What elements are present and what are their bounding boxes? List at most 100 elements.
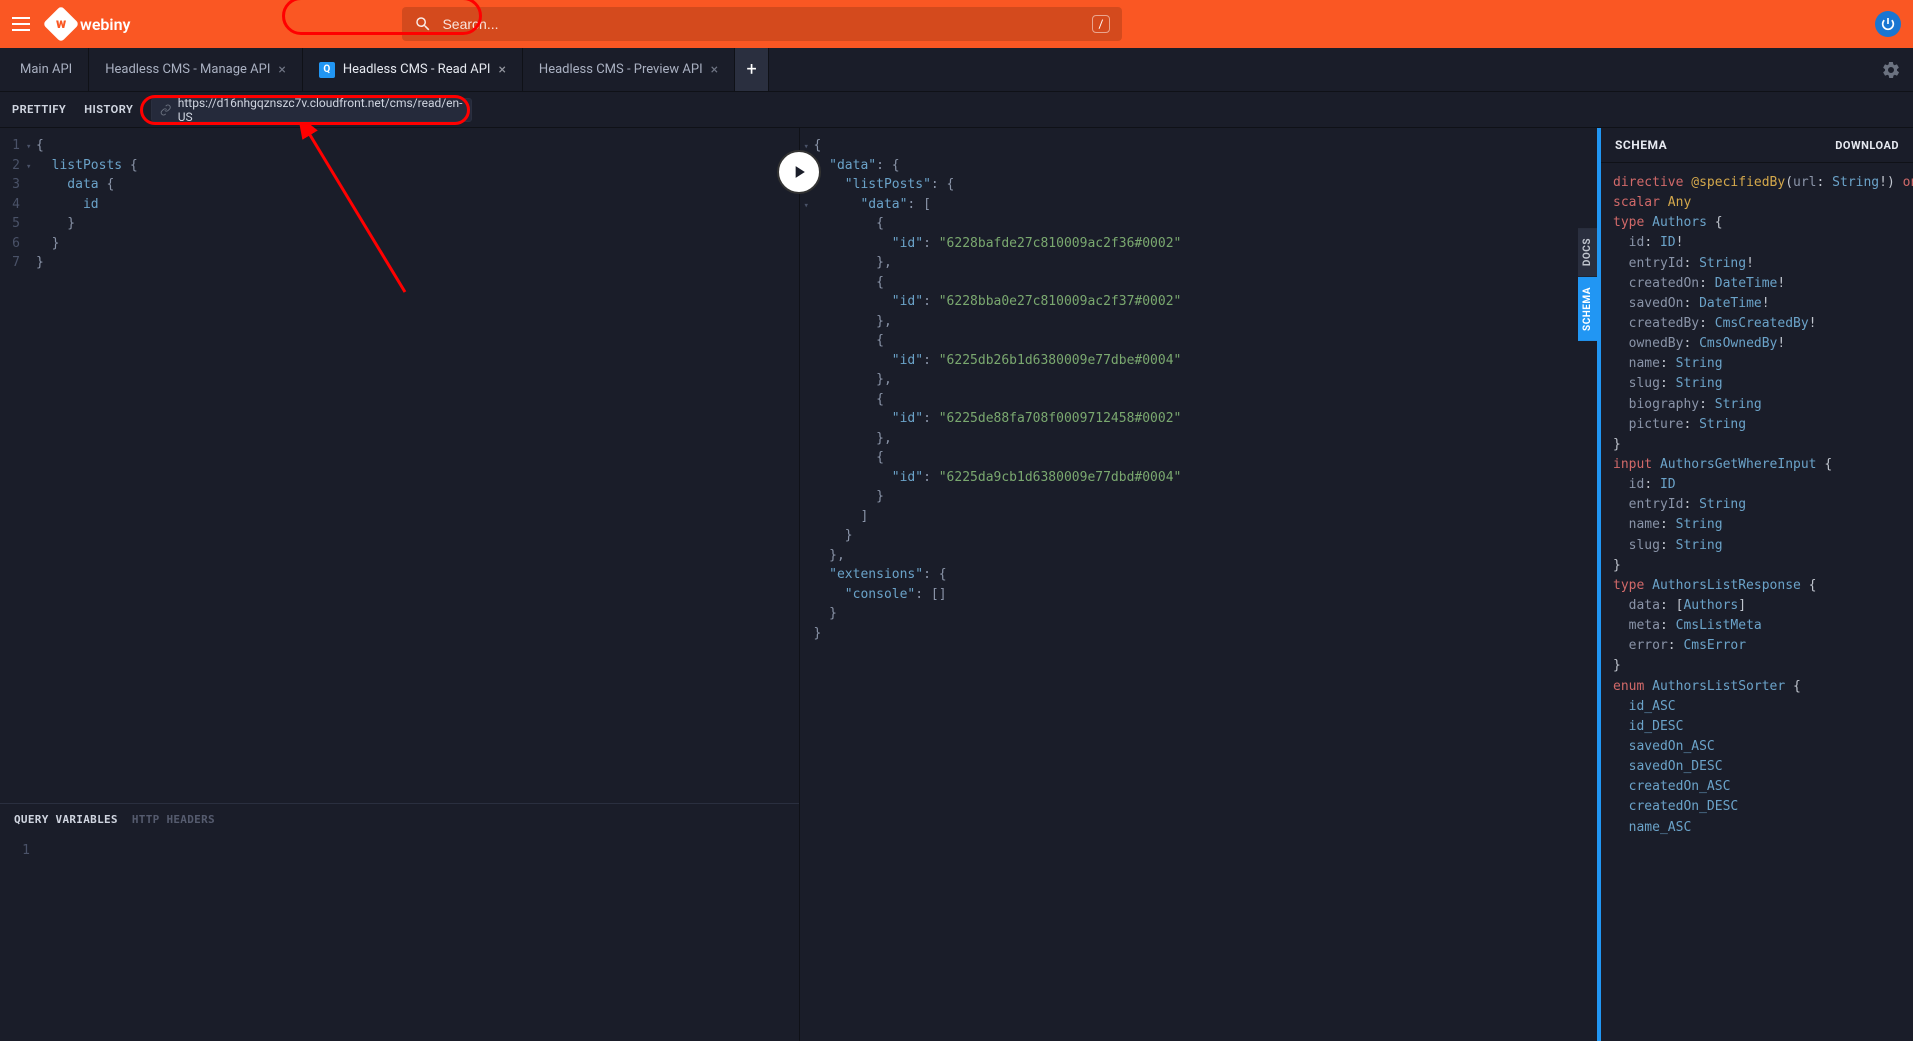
schema-line: name_ASC [1613,818,1901,838]
query-line: 3 data { [0,175,799,195]
result-line: }, [800,312,1598,332]
result-line: "id": "6228bafde27c810009ac2f36#0002" [800,234,1598,254]
query-line: 6 } [0,234,799,254]
schema-line: error: CmsError [1613,636,1901,656]
schema-line: picture: String [1613,415,1901,435]
result-line: { [800,331,1598,351]
api-tabs: Main API Headless CMS - Manage API × Q Headl… [0,48,1913,92]
schema-line: entryId: String [1613,495,1901,515]
query-line: 1▾{ [0,136,799,156]
menu-hamburger-icon[interactable] [12,12,36,36]
result-line: }, [800,370,1598,390]
result-line: }, [800,253,1598,273]
result-line: "id": "6225db26b1d6380009e77dbe#0004" [800,351,1598,371]
schema-line: slug: String [1613,374,1901,394]
add-tab-button[interactable]: + [735,48,769,91]
result-line: ▾ "data": { [800,156,1598,176]
graphql-toolbar: PRETTIFY HISTORY https://d16nhgqznszc7v.… [0,92,1913,128]
tab-label: Headless CMS - Read API [343,62,491,77]
query-badge-icon: Q [319,62,335,78]
query-editor[interactable]: 1▾{2▾ listPosts {3 data {4 id5 }6 }7 } Q… [0,128,799,1041]
endpoint-url-input[interactable]: https://d16nhgqznszc7v.cloudfront.net/cm… [151,98,472,122]
query-line: 5 } [0,214,799,234]
main-area: 1▾{2▾ listPosts {3 data {4 id5 }6 }7 } Q… [0,128,1913,1041]
result-viewer[interactable]: ▾{▾ "data": {▾ "listPosts": {▾ "data": [… [799,128,1598,1041]
schema-line: entryId: String! [1613,254,1901,274]
result-line: ▾{ [800,136,1598,156]
result-line: "id": "6225de88fa708f0009712458#0002" [800,409,1598,429]
global-search[interactable]: / [402,7,1122,41]
schema-line: } [1613,435,1901,455]
result-line: { [800,214,1598,234]
schema-line: savedOn: DateTime! [1613,294,1901,314]
schema-line: createdOn_ASC [1613,777,1901,797]
endpoint-url-text: https://d16nhgqznszc7v.cloudfront.net/cm… [178,96,463,124]
schema-viewer[interactable]: directive @specifiedBy(url: String!) on … [1601,163,1913,1041]
tab-2[interactable]: Q Headless CMS - Read API × [303,48,523,91]
result-line: ] [800,507,1598,527]
result-line: }, [800,546,1598,566]
schema-pane: SCHEMA DOWNLOAD directive @specifiedBy(u… [1597,128,1913,1041]
schema-line: createdOn: DateTime! [1613,274,1901,294]
link-icon [160,104,171,116]
schema-line: slug: String [1613,536,1901,556]
schema-line: name: String [1613,515,1901,535]
result-line: } [800,526,1598,546]
schema-rail-tab[interactable]: SCHEMA [1578,277,1597,341]
result-line: } [800,604,1598,624]
tab-label: Headless CMS - Preview API [539,62,703,77]
power-button[interactable] [1875,11,1901,37]
variables-panel: QUERY VARIABLES HTTP HEADERS 1 [0,803,799,1033]
http-headers-tab[interactable]: HTTP HEADERS [132,812,215,829]
result-line: }, [800,429,1598,449]
result-line: } [800,624,1598,644]
schema-line: input AuthorsGetWhereInput { [1613,455,1901,475]
schema-line: type Authors { [1613,213,1901,233]
tab-1[interactable]: Headless CMS - Manage API × [89,48,303,91]
schema-line: enum AuthorsListSorter { [1613,677,1901,697]
download-button[interactable]: DOWNLOAD [1835,139,1899,152]
close-icon[interactable]: × [278,62,285,78]
schema-line: biography: String [1613,395,1901,415]
tab-label: Main API [20,62,72,77]
result-line: "console": [] [800,585,1598,605]
schema-line: createdOn_DESC [1613,797,1901,817]
schema-line: scalar Any [1613,193,1901,213]
search-icon [414,15,432,33]
schema-line: } [1613,656,1901,676]
history-button[interactable]: HISTORY [84,103,133,116]
result-line: "id": "6225da9cb1d6380009e77dbd#0004" [800,468,1598,488]
tab-0[interactable]: Main API [4,48,89,91]
schema-line: ownedBy: CmsOwnedBy! [1613,334,1901,354]
brand-logo[interactable]: w webiny [48,11,130,37]
query-variables-tab[interactable]: QUERY VARIABLES [14,812,118,829]
close-icon[interactable]: × [498,62,505,78]
docs-rail-tab[interactable]: DOCS [1578,228,1597,276]
tab-label: Headless CMS - Manage API [105,62,270,77]
schema-line: data: [Authors] [1613,596,1901,616]
top-header: w webiny / [0,0,1913,48]
gear-icon [1881,60,1901,80]
result-line: "id": "6228bba0e27c810009ac2f37#0002" [800,292,1598,312]
tab-3[interactable]: Headless CMS - Preview API × [523,48,735,91]
result-line: ▾ "listPosts": { [800,175,1598,195]
result-line: "extensions": { [800,565,1598,585]
play-icon [789,162,809,182]
schema-line: id: ID [1613,475,1901,495]
prettify-button[interactable]: PRETTIFY [12,103,66,116]
tabs-settings-button[interactable] [1869,48,1913,91]
search-input[interactable] [442,16,1081,32]
schema-line: type AuthorsListResponse { [1613,576,1901,596]
result-line: } [800,487,1598,507]
variables-editor[interactable]: 1 [0,837,799,1034]
close-icon[interactable]: × [711,62,718,78]
schema-title: SCHEMA [1615,138,1667,152]
query-line: 2▾ listPosts { [0,156,799,176]
result-line: { [800,390,1598,410]
schema-line: savedOn_DESC [1613,757,1901,777]
brand-name: webiny [80,15,130,34]
result-line: { [800,273,1598,293]
execute-button[interactable] [777,150,821,194]
search-kbd-hint: / [1092,15,1111,33]
schema-line: name: String [1613,354,1901,374]
